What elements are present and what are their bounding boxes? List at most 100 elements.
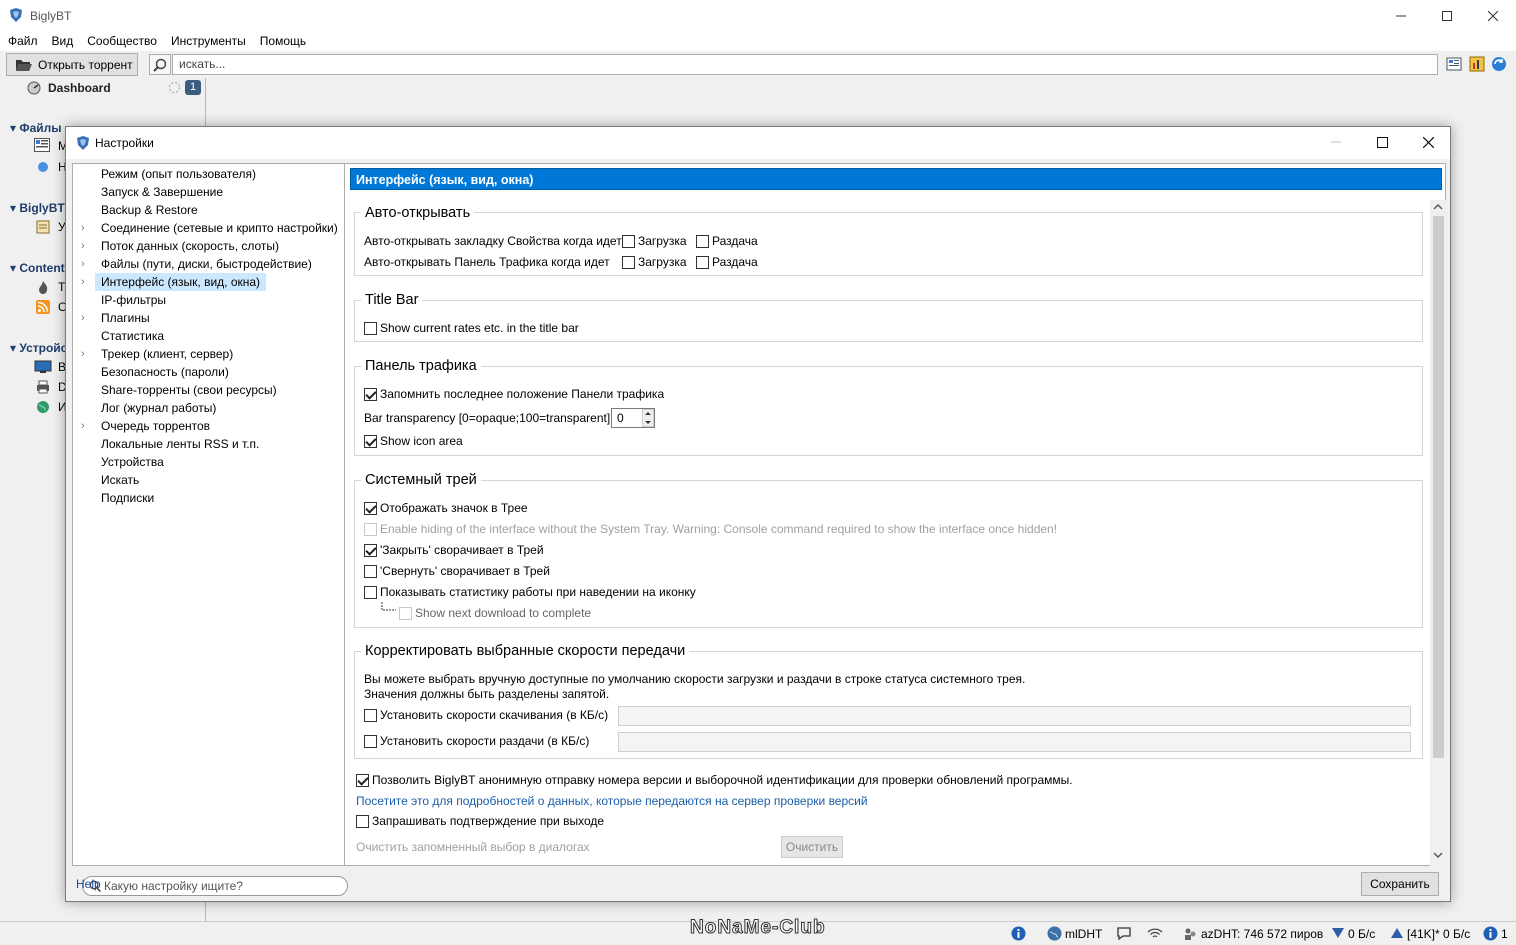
tree-item[interactable]: Запуск & Завершение xyxy=(95,183,229,201)
scroll-down-icon[interactable] xyxy=(1433,850,1443,860)
close-to-tray-checkbox[interactable] xyxy=(364,544,377,557)
tree-item[interactable]: Подписки xyxy=(95,489,160,507)
tree-expand-chevron-icon[interactable]: › xyxy=(81,237,89,255)
settings-dialog: Настройки Режим (опыт пользователя) Запус… xyxy=(65,126,1451,902)
tree-item[interactable]: Устройства xyxy=(95,453,170,471)
app-title: BiglyBT xyxy=(30,9,72,23)
sidebar-section-devices[interactable]: ▾ Устройс xyxy=(10,341,67,355)
tree-item[interactable]: Трекер (клиент, сервер) xyxy=(95,345,239,363)
close-button[interactable] xyxy=(1470,0,1516,31)
show-icon-area-checkbox[interactable] xyxy=(364,435,377,448)
stats-chart-icon[interactable] xyxy=(1469,56,1485,72)
tree-item[interactable]: Файлы (пути, диски, быстродействие) xyxy=(95,255,318,273)
dialog-title-bar: Настройки xyxy=(66,127,1450,159)
tree-expand-chevron-icon[interactable]: › xyxy=(81,255,89,273)
menu-file[interactable]: Файл xyxy=(8,31,38,51)
info-icon[interactable] xyxy=(1011,926,1026,941)
sidebar-section-content[interactable]: ▾ Content xyxy=(10,261,65,275)
dialog-close-button[interactable] xyxy=(1405,127,1451,157)
refresh-icon[interactable] xyxy=(1491,56,1507,72)
maximize-button[interactable] xyxy=(1424,0,1470,31)
open-torrent-button[interactable]: Открыть торрент xyxy=(6,53,138,76)
enable-hiding-checkbox[interactable] xyxy=(364,523,377,536)
tree-item[interactable]: Интерфейс (язык, вид, окна) xyxy=(95,273,267,291)
tree-item[interactable]: Backup & Restore xyxy=(95,201,204,219)
main-search-input[interactable]: искать... xyxy=(172,54,1438,75)
tree-expand-chevron-icon[interactable]: › xyxy=(81,345,89,363)
tree-expand-chevron-icon[interactable]: › xyxy=(81,273,89,291)
tree-item[interactable]: Поток данных (скорость, слоты) xyxy=(95,237,285,255)
show-rates-label: Show current rates etc. in the title bar xyxy=(380,321,579,335)
tree-search-input[interactable]: Какую настройку ищите? xyxy=(82,876,348,896)
remember-position-checkbox[interactable] xyxy=(364,388,377,401)
set-download-speeds-checkbox[interactable] xyxy=(364,709,377,722)
dialog-maximize-button[interactable] xyxy=(1359,127,1405,157)
tree-item[interactable]: Локальные ленты RSS и т.п. xyxy=(95,435,265,453)
show-stats-hover-checkbox[interactable] xyxy=(364,586,377,599)
transparency-value: 0 xyxy=(617,411,624,425)
tree-item[interactable]: IP-фильтры xyxy=(95,291,172,309)
menu-tools[interactable]: Инструменты xyxy=(171,31,246,51)
auto-open-traffic-download-checkbox[interactable] xyxy=(622,256,635,269)
auto-open-props-download-checkbox[interactable] xyxy=(622,235,635,248)
allow-anon-label: Позволить BiglyBT анонимную отправку ном… xyxy=(372,773,1073,787)
allow-anon-checkbox[interactable] xyxy=(356,774,369,787)
scrollbar-thumb[interactable] xyxy=(1433,216,1444,758)
set-upload-speeds-checkbox[interactable] xyxy=(364,735,377,748)
tree-item[interactable]: Плагины xyxy=(95,309,156,327)
tree-expand-chevron-icon[interactable]: › xyxy=(81,219,89,237)
show-next-download-checkbox[interactable] xyxy=(399,607,412,620)
scroll-up-icon[interactable] xyxy=(1433,202,1443,212)
clear-button[interactable]: Очистить xyxy=(781,836,843,858)
download-speeds-field[interactable] xyxy=(618,706,1411,726)
show-rates-checkbox[interactable] xyxy=(364,322,377,335)
minimize-icon xyxy=(1331,141,1341,143)
show-tray-icon-checkbox[interactable] xyxy=(364,502,377,515)
content-scrollbar[interactable] xyxy=(1430,200,1446,868)
azdht-status[interactable]: azDHT: 746 572 пиров xyxy=(1201,927,1323,941)
tree-item[interactable]: Соединение (сетевые и крипто настройки) xyxy=(95,219,344,237)
tree-item[interactable]: Очередь торрентов xyxy=(95,417,216,435)
menu-community[interactable]: Сообщество xyxy=(87,31,157,51)
tree-item[interactable]: Режим (опыт пользователя) xyxy=(95,165,262,183)
download-speed[interactable]: 0 Б/с xyxy=(1348,927,1375,941)
version-server-info-link[interactable]: Посетите это для подробностей о данных, … xyxy=(356,794,868,808)
tree-expand-chevron-icon[interactable]: › xyxy=(81,309,89,327)
upload-speed[interactable]: [41K]* 0 Б/с xyxy=(1407,927,1470,941)
help-link[interactable]: Help xyxy=(76,877,101,891)
seed-label: Раздача xyxy=(712,255,758,269)
search-button[interactable] xyxy=(149,54,171,75)
tree-expand-chevron-icon[interactable]: › xyxy=(81,417,89,435)
mldht-status[interactable]: mlDHT xyxy=(1065,927,1102,941)
sidebar-section-files[interactable]: ▾ Файлы xyxy=(10,121,62,135)
confirm-exit-checkbox[interactable] xyxy=(356,815,369,828)
tree-item[interactable]: Share-торренты (свои ресурсы) xyxy=(95,381,283,399)
minimize-button[interactable] xyxy=(1378,0,1424,31)
tree-item[interactable]: Безопасность (пароли) xyxy=(95,363,235,381)
tree-item[interactable]: Статистика xyxy=(95,327,170,345)
tree-item[interactable]: Искать xyxy=(95,471,145,489)
wifi-icon xyxy=(1147,928,1163,938)
view-list-icon[interactable] xyxy=(1446,56,1462,72)
upload-speeds-field[interactable] xyxy=(618,732,1411,752)
close-to-tray-label: 'Закрыть' сворачивает в Трей xyxy=(380,543,544,557)
chat-icon[interactable] xyxy=(1116,926,1132,941)
save-button[interactable]: Сохранить xyxy=(1361,872,1439,896)
dialog-minimize-button[interactable] xyxy=(1313,127,1359,157)
tree-item[interactable]: Лог (журнал работы) xyxy=(95,399,222,417)
globe-icon xyxy=(37,401,49,413)
upload-arrow-icon xyxy=(1391,928,1403,938)
auto-open-traffic-seed-checkbox[interactable] xyxy=(696,256,709,269)
menu-view[interactable]: Вид xyxy=(52,31,74,51)
sidebar-section-biglybt[interactable]: ▾ BiglyBT xyxy=(10,201,65,215)
dht-globe-icon xyxy=(1047,926,1062,941)
spinner-arrows-icon[interactable] xyxy=(642,409,654,427)
transparency-spinner[interactable]: 0 xyxy=(611,408,655,428)
sidebar-dashboard[interactable]: Dashboard xyxy=(48,81,111,95)
alert-info-icon[interactable] xyxy=(1483,926,1498,941)
menu-help[interactable]: Помощь xyxy=(260,31,306,51)
remember-position-label: Запомнить последнее положение Панели тра… xyxy=(380,387,665,401)
auto-open-props-seed-checkbox[interactable] xyxy=(696,235,709,248)
minimize-to-tray-checkbox[interactable] xyxy=(364,565,377,578)
auto-open-traffic-label: Авто-открывать Панель Трафика когда идет xyxy=(364,255,610,269)
